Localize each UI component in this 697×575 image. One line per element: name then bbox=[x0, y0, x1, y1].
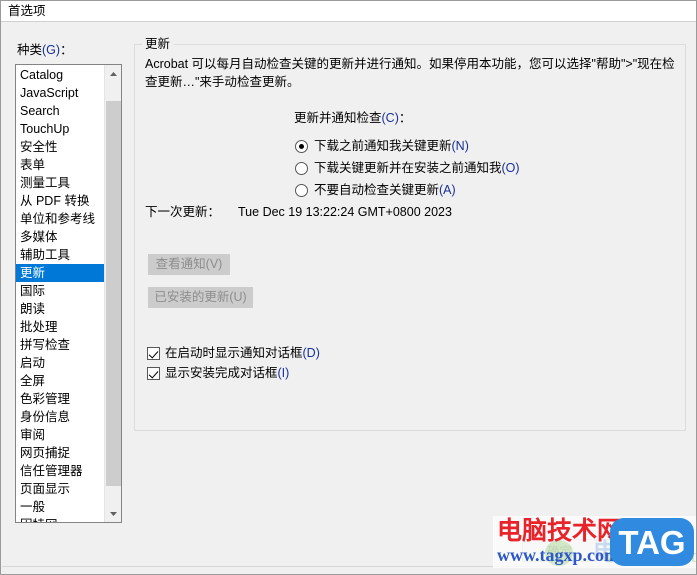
view-notifications-button[interactable]: 查看通知(V) bbox=[148, 254, 230, 275]
next-update-value: Tue Dec 19 13:22:24 GMT+0800 2023 bbox=[238, 205, 452, 219]
scroll-up-icon[interactable] bbox=[105, 65, 121, 82]
sidebar-item[interactable]: 批处理 bbox=[16, 318, 104, 336]
checkbox-mnemonic-1: (I) bbox=[277, 366, 290, 380]
sidebar-item[interactable]: 测量工具 bbox=[16, 174, 104, 192]
category-label: 种类(G)： bbox=[17, 43, 73, 58]
cancel-button[interactable]: 取消 bbox=[606, 539, 681, 562]
check-section-label: 更新并通知检查(C)： bbox=[294, 111, 411, 126]
category-listbox[interactable]: Catalog JavaScript Search TouchUp 安全性 表单 测量工具从… bbox=[15, 64, 122, 523]
sidebar-item[interactable]: 审阅 bbox=[16, 426, 104, 444]
sidebar-item[interactable]: 全屏 bbox=[16, 372, 104, 390]
radio-notify-before-download[interactable]: 下载之前通知我关键更新 (N) bbox=[295, 138, 469, 154]
sidebar-item[interactable]: 表单 bbox=[16, 156, 104, 174]
radio-mnemonic-1: (O) bbox=[501, 161, 520, 175]
checkbox-show-install-complete-dialog[interactable]: 显示安装完成对话框 (I) bbox=[147, 365, 289, 381]
check-section-label-colon: ： bbox=[398, 111, 412, 125]
sidebar-item[interactable]: 启动 bbox=[16, 354, 104, 372]
category-list-scrollbar[interactable] bbox=[104, 65, 121, 522]
scrollbar-thumb[interactable] bbox=[106, 101, 121, 486]
sidebar-item[interactable]: 多媒体 bbox=[16, 228, 104, 246]
category-list-items: Catalog JavaScript Search TouchUp 安全性 表单 测量工具从… bbox=[16, 65, 104, 522]
sidebar-item[interactable]: 单位和参考线 bbox=[16, 210, 104, 228]
radio-mnemonic-0: (N) bbox=[451, 139, 469, 153]
scroll-down-icon[interactable] bbox=[105, 505, 121, 522]
check-section-label-text: 更新并通知检查 bbox=[294, 111, 382, 125]
update-groupbox-title: 更新 bbox=[142, 37, 175, 52]
sidebar-item[interactable]: 网页捕捉 bbox=[16, 444, 104, 462]
sidebar-item[interactable]: 国际 bbox=[16, 282, 104, 300]
title-bar: 首选项 bbox=[1, 1, 696, 22]
sidebar-item[interactable]: 一般 bbox=[16, 498, 104, 516]
sidebar-item[interactable]: 安全性 bbox=[16, 138, 104, 156]
sidebar-item[interactable]: Search bbox=[16, 102, 104, 120]
checkbox-label-1: 显示安装完成对话框 bbox=[165, 366, 278, 380]
radio-icon-unselected[interactable] bbox=[295, 183, 308, 197]
sidebar-item[interactable]: 拼写检查 bbox=[16, 336, 104, 354]
sidebar-item[interactable]: 色彩管理 bbox=[16, 390, 104, 408]
radio-download-notify-before-install[interactable]: 下载关键更新并在安装之前通知我 (O) bbox=[295, 160, 520, 176]
sidebar-item[interactable]: 朗读 bbox=[16, 300, 104, 318]
update-description: Acrobat 可以每月自动检查关键的更新并进行通知。如果停用本功能，您可以选择… bbox=[145, 57, 675, 89]
sidebar-item[interactable]: 辅助工具 bbox=[16, 246, 104, 264]
sidebar-item[interactable]: 身份信息 bbox=[16, 408, 104, 426]
checkbox-icon-checked[interactable] bbox=[147, 346, 160, 360]
radio-label-2: 不要自动检查关键更新 bbox=[314, 183, 440, 197]
sidebar-item[interactable]: 因特网 bbox=[16, 516, 104, 522]
installed-updates-button[interactable]: 已安装的更新(U) bbox=[148, 287, 253, 308]
category-label-text: 种类 bbox=[17, 43, 43, 57]
radio-icon-selected[interactable] bbox=[295, 139, 308, 153]
radio-mnemonic-2: (A) bbox=[439, 183, 456, 197]
sidebar-item[interactable]: 页面显示 bbox=[16, 480, 104, 498]
sidebar-item[interactable]: 从 PDF 转换 bbox=[16, 192, 104, 210]
radio-label-1: 下载关键更新并在安装之前通知我 bbox=[314, 161, 502, 175]
radio-do-not-check-automatically[interactable]: 不要自动检查关键更新 (A) bbox=[295, 182, 456, 198]
radio-icon-unselected[interactable] bbox=[295, 161, 308, 175]
next-update-label: 下一次更新： bbox=[145, 205, 221, 219]
sidebar-item[interactable]: Catalog bbox=[16, 66, 104, 84]
category-label-colon: ： bbox=[60, 43, 73, 57]
ok-button[interactable]: 确定 bbox=[522, 539, 597, 562]
checkbox-mnemonic-0: (D) bbox=[302, 346, 320, 360]
category-label-mnemonic: (G) bbox=[42, 43, 61, 57]
sidebar-item[interactable]: 信任管理器 bbox=[16, 462, 104, 480]
checkbox-icon-checked[interactable] bbox=[147, 366, 160, 380]
checkbox-label-0: 在启动时显示通知对话框 bbox=[165, 346, 303, 360]
sidebar-item[interactable]: JavaScript bbox=[16, 84, 104, 102]
preferences-dialog: 首选项 种类(G)： Catalog JavaScript Search TouchU… bbox=[0, 0, 697, 575]
window-title: 首选项 bbox=[8, 4, 46, 18]
check-section-label-mnemonic: (C) bbox=[381, 111, 399, 125]
radio-label-0: 下载之前通知我关键更新 bbox=[314, 139, 452, 153]
next-update-row: 下一次更新： Tue Dec 19 13:22:24 GMT+0800 2023 bbox=[145, 204, 452, 220]
sidebar-item[interactable]: TouchUp bbox=[16, 120, 104, 138]
bottom-divider bbox=[2, 566, 695, 567]
sidebar-item[interactable]: 更新 bbox=[16, 264, 104, 282]
checkbox-show-notification-dialog-at-startup[interactable]: 在启动时显示通知对话框 (D) bbox=[147, 345, 320, 361]
